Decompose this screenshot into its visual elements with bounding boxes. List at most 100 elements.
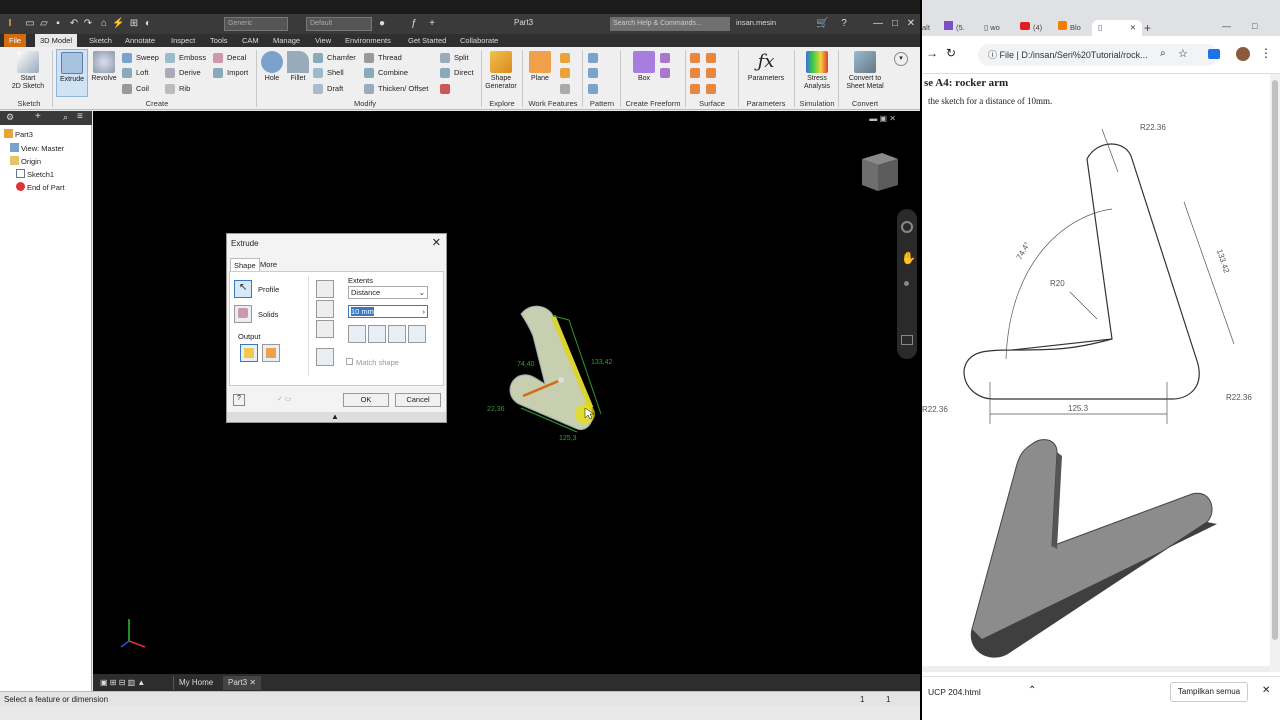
tab-shape[interactable]: Shape: [230, 258, 260, 272]
derive-button[interactable]: Derive: [165, 67, 201, 79]
close-icon[interactable]: ✕: [249, 678, 256, 687]
axis-button[interactable]: [560, 52, 574, 64]
tile-icon[interactable]: ▣ ⊞ ⊟ ▥ ▲: [95, 676, 150, 690]
add-icon[interactable]: +: [35, 111, 41, 122]
tab-close-icon[interactable]: ✕: [1130, 20, 1136, 36]
dim-base[interactable]: 125,3: [559, 435, 577, 442]
viewcube[interactable]: [854, 147, 902, 195]
zoom-icon[interactable]: ⌕: [1160, 48, 1166, 59]
hole-button[interactable]: Hole: [258, 49, 286, 97]
thicken-offset-button[interactable]: Thicken/ Offset: [364, 83, 428, 95]
update-icon[interactable]: ⚡: [112, 18, 124, 30]
shape-generator-button[interactable]: Shape Generator: [483, 49, 519, 97]
tab-manage[interactable]: Manage: [268, 34, 305, 47]
parameters-button[interactable]: ƒx Parameters: [744, 49, 788, 97]
dialog-close-icon[interactable]: ✕: [432, 236, 441, 249]
ribbon-options-icon[interactable]: ▾: [894, 52, 908, 66]
new-tab-icon[interactable]: +: [1144, 20, 1151, 36]
dim-length[interactable]: 133,42: [591, 359, 613, 366]
direction-default-button[interactable]: [348, 325, 366, 343]
freeform-tool-button[interactable]: [660, 52, 674, 64]
bookmark-star-icon[interactable]: ☆: [1178, 47, 1188, 60]
extrude-button[interactable]: Extrude: [56, 49, 88, 97]
split-button[interactable]: Split: [440, 52, 469, 64]
material-combo[interactable]: Default: [306, 17, 372, 31]
tab-more[interactable]: More: [257, 258, 280, 271]
dim-radius[interactable]: 22,36: [487, 406, 505, 413]
profile-select-button[interactable]: ↖: [234, 280, 252, 298]
convert-sheet-metal-button[interactable]: Convert to Sheet Metal: [842, 49, 888, 97]
tab-sketch[interactable]: Sketch: [84, 34, 117, 47]
surface-tool2-button[interactable]: [706, 52, 720, 64]
ucs-button[interactable]: [560, 83, 574, 95]
match-shape-checkbox[interactable]: [346, 358, 353, 365]
new-solid-button[interactable]: [316, 348, 334, 366]
orbit-icon[interactable]: [901, 335, 913, 345]
surface-tool3-button[interactable]: [690, 67, 704, 79]
tab-3d-model[interactable]: 3D Model: [35, 34, 78, 47]
tab-tools[interactable]: Tools: [205, 34, 233, 47]
fx-icon[interactable]: ƒ: [408, 18, 420, 30]
start-2d-sketch-button[interactable]: Start 2D Sketch: [10, 49, 46, 97]
distance-input[interactable]: 10 mm ›: [348, 305, 428, 318]
expand-icon[interactable]: ▲: [331, 412, 339, 421]
tree-item-origin[interactable]: Origin: [10, 156, 41, 167]
tree-item-view-master[interactable]: View: Master: [10, 143, 64, 154]
decal-button[interactable]: Decal: [213, 52, 246, 64]
rocker-arm-preview[interactable]: 74,40 133,42 22,36 125,3: [473, 296, 633, 456]
preview-toggle-icon[interactable]: ✓ ▭: [277, 395, 311, 405]
search-input[interactable]: Search Help & Commands...: [610, 17, 730, 31]
tab-environments[interactable]: Environments: [340, 34, 396, 47]
graphics-viewport[interactable]: ▬ ▣ ✕ ✋ 74,40 133,42 22,36 125,3: [93, 111, 920, 674]
intersect-button[interactable]: [316, 320, 334, 338]
direction-flip-button[interactable]: [368, 325, 386, 343]
tab-3[interactable]: ▯ wo: [984, 20, 1000, 36]
vertical-scrollbar[interactable]: [1270, 74, 1280, 672]
home-icon[interactable]: ⌂: [98, 18, 110, 30]
freeform-tool2-button[interactable]: [660, 67, 674, 79]
circ-pattern-button[interactable]: [588, 67, 602, 79]
help-icon[interactable]: ?: [838, 18, 850, 30]
tree-item-sketch1[interactable]: Sketch1: [16, 169, 54, 180]
rect-pattern-button[interactable]: [588, 52, 602, 64]
more-menu-icon[interactable]: ⋮: [1260, 46, 1272, 60]
undo-icon[interactable]: ↶: [68, 18, 80, 30]
plane-button[interactable]: Plane: [525, 49, 555, 97]
surface-tool6-button[interactable]: [706, 83, 720, 95]
direct-button[interactable]: Direct: [440, 67, 474, 79]
pan-icon[interactable]: ✋: [901, 251, 916, 265]
tab-1[interactable]: alt: [922, 20, 930, 36]
surface-tool-button[interactable]: [690, 52, 704, 64]
join-button[interactable]: [316, 280, 334, 298]
cart-icon[interactable]: 🛒: [816, 18, 828, 30]
tree-item-end-of-part[interactable]: End of Part: [16, 182, 65, 193]
close-icon[interactable]: ✕: [1262, 685, 1270, 696]
save-icon[interactable]: ▪: [52, 18, 64, 30]
cut-button[interactable]: [316, 300, 334, 318]
extension-icon[interactable]: [1208, 49, 1220, 59]
profile-avatar[interactable]: [1236, 47, 1250, 61]
group-modify[interactable]: Modify: [345, 99, 385, 109]
chevron-up-icon[interactable]: ⌃: [1028, 685, 1036, 696]
combine-button[interactable]: Combine: [364, 67, 408, 79]
tab-inspect[interactable]: Inspect: [166, 34, 200, 47]
extrude-manipulator-icon[interactable]: [558, 377, 564, 383]
tab-5[interactable]: Blo: [1058, 20, 1081, 36]
ok-button[interactable]: OK: [343, 393, 389, 407]
tab-2[interactable]: (5.: [944, 20, 965, 36]
tab-part3[interactable]: Part3 ✕: [223, 676, 262, 690]
search-icon[interactable]: ⌕: [63, 112, 68, 123]
measure-icon[interactable]: ◐: [142, 18, 154, 30]
import-button[interactable]: Import: [213, 67, 248, 79]
color-icon[interactable]: ●: [376, 18, 388, 30]
menu-icon[interactable]: ≡: [77, 111, 83, 122]
tab-get-started[interactable]: Get Started: [403, 34, 451, 47]
point-button[interactable]: [560, 67, 574, 79]
direction-symmetric-button[interactable]: [388, 325, 406, 343]
tab-cam[interactable]: CAM: [237, 34, 264, 47]
help-icon[interactable]: ?: [233, 394, 245, 406]
revolve-button[interactable]: Revolve: [88, 49, 120, 97]
thread-button[interactable]: Thread: [364, 52, 402, 64]
open-icon[interactable]: ▱: [38, 18, 50, 30]
dim-angle[interactable]: 74,40: [517, 361, 535, 368]
